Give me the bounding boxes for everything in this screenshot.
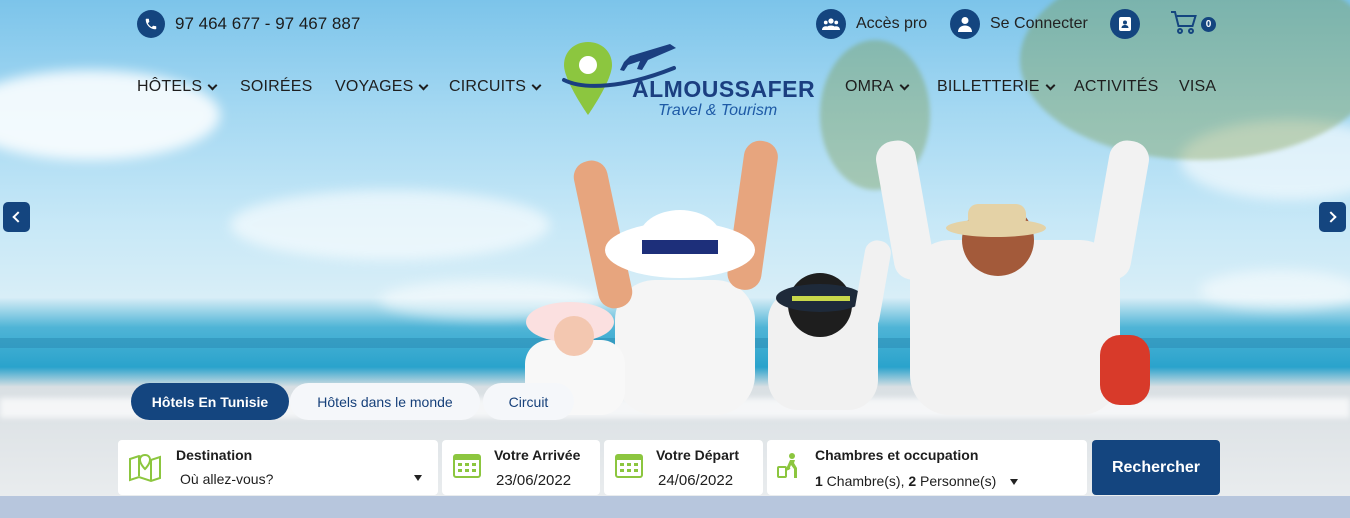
rooms-count: 1 [815, 473, 823, 489]
contact-book-button[interactable] [1110, 9, 1140, 39]
cart-icon [1171, 11, 1197, 34]
pro-access-label: Accès pro [856, 15, 928, 32]
destination-field[interactable]: Destination Où allez-vous? [118, 440, 438, 495]
contact-book-icon [1110, 9, 1140, 39]
departure-date-field[interactable]: Votre Départ 24/06/2022 [604, 440, 763, 495]
family-photo [525, 140, 1150, 415]
nav-billetterie[interactable]: BILLETTERIE [937, 78, 1056, 96]
rooms-text: Chambre(s), [822, 473, 909, 489]
nav-visa-label: VISA [1179, 78, 1217, 95]
nav-circuits-label: CIRCUITS [449, 78, 527, 95]
chevron-right-icon [1325, 211, 1337, 223]
login-label: Se Connecter [990, 15, 1088, 32]
nav-soirees-label: SOIRÉES [240, 78, 313, 95]
calendar-icon [453, 454, 481, 478]
rooms-label: Chambres et occupation [815, 447, 979, 463]
phone-icon [137, 10, 165, 38]
chevron-down-icon [419, 80, 429, 90]
departure-label: Votre Départ [656, 447, 739, 463]
map-icon [129, 453, 161, 483]
nav-omra[interactable]: OMRA [845, 78, 910, 96]
arrival-date-field[interactable]: Votre Arrivée 23/06/2022 [442, 440, 600, 495]
persons-count: 2 [908, 473, 917, 489]
nav-voyages[interactable]: VOYAGES [335, 78, 429, 96]
traveler-icon [777, 453, 797, 478]
chevron-down-icon [899, 80, 910, 90]
nav-billetterie-label: BILLETTERIE [937, 78, 1040, 95]
chevron-left-icon [12, 211, 24, 223]
rooms-occupancy-value[interactable]: 1 Chambre(s), 2 Personne(s) [815, 473, 996, 489]
slider-prev-button[interactable] [3, 202, 30, 232]
users-icon [816, 9, 846, 39]
arrival-date-input[interactable]: 23/06/2022 [496, 472, 571, 489]
nav-hotels[interactable]: HÔTELS [137, 78, 218, 96]
nav-activites-label: ACTIVITÉS [1074, 78, 1159, 95]
logo-tagline: Travel & Tourism [658, 102, 778, 119]
chevron-down-icon [1045, 80, 1056, 90]
nav-visa[interactable]: VISA [1179, 78, 1216, 96]
search-button[interactable]: Rechercher [1092, 440, 1220, 495]
persons-text: Personne(s) [916, 473, 997, 489]
arrival-label: Votre Arrivée [494, 447, 581, 463]
chevron-down-icon [531, 80, 542, 90]
destination-input[interactable]: Où allez-vous? [180, 471, 273, 487]
rooms-occupancy-field[interactable]: Chambres et occupation 1 Chambre(s), 2 P… [767, 440, 1087, 495]
logo[interactable]: ALMOUSSAFER Travel & Tourism [560, 36, 820, 122]
bottom-strip [0, 496, 1350, 518]
slider-next-button[interactable] [1319, 202, 1346, 232]
calendar-icon [615, 454, 643, 478]
caret-down-icon [1010, 479, 1018, 485]
nav-soirees[interactable]: SOIRÉES [240, 78, 313, 96]
cart-button[interactable] [1170, 10, 1198, 36]
login-link[interactable]: Se Connecter [950, 9, 1088, 39]
phone-number: 97 464 677 - 97 467 887 [175, 14, 361, 33]
nav-voyages-label: VOYAGES [335, 78, 414, 95]
tab-hotels-monde[interactable]: Hôtels dans le monde [290, 383, 480, 420]
cloud [1200, 270, 1350, 310]
tab-circuit[interactable]: Circuit [483, 383, 574, 420]
chevron-down-icon [207, 80, 218, 90]
destination-label: Destination [176, 447, 253, 463]
nav-omra-label: OMRA [845, 78, 894, 95]
logo-brand: ALMOUSSAFER [632, 76, 816, 102]
cart-count-badge: 0 [1201, 17, 1216, 32]
nav-activites[interactable]: ACTIVITÉS [1074, 78, 1158, 96]
caret-down-icon [414, 475, 422, 481]
pro-access-link[interactable]: Accès pro [816, 9, 927, 39]
nav-circuits[interactable]: CIRCUITS [449, 78, 542, 96]
departure-date-input[interactable]: 24/06/2022 [658, 472, 733, 489]
phone-contact[interactable]: 97 464 677 - 97 467 887 [137, 10, 360, 38]
tab-hotels-tunisie[interactable]: Hôtels En Tunisie [131, 383, 289, 420]
nav-hotels-label: HÔTELS [137, 78, 203, 95]
user-icon [950, 9, 980, 39]
